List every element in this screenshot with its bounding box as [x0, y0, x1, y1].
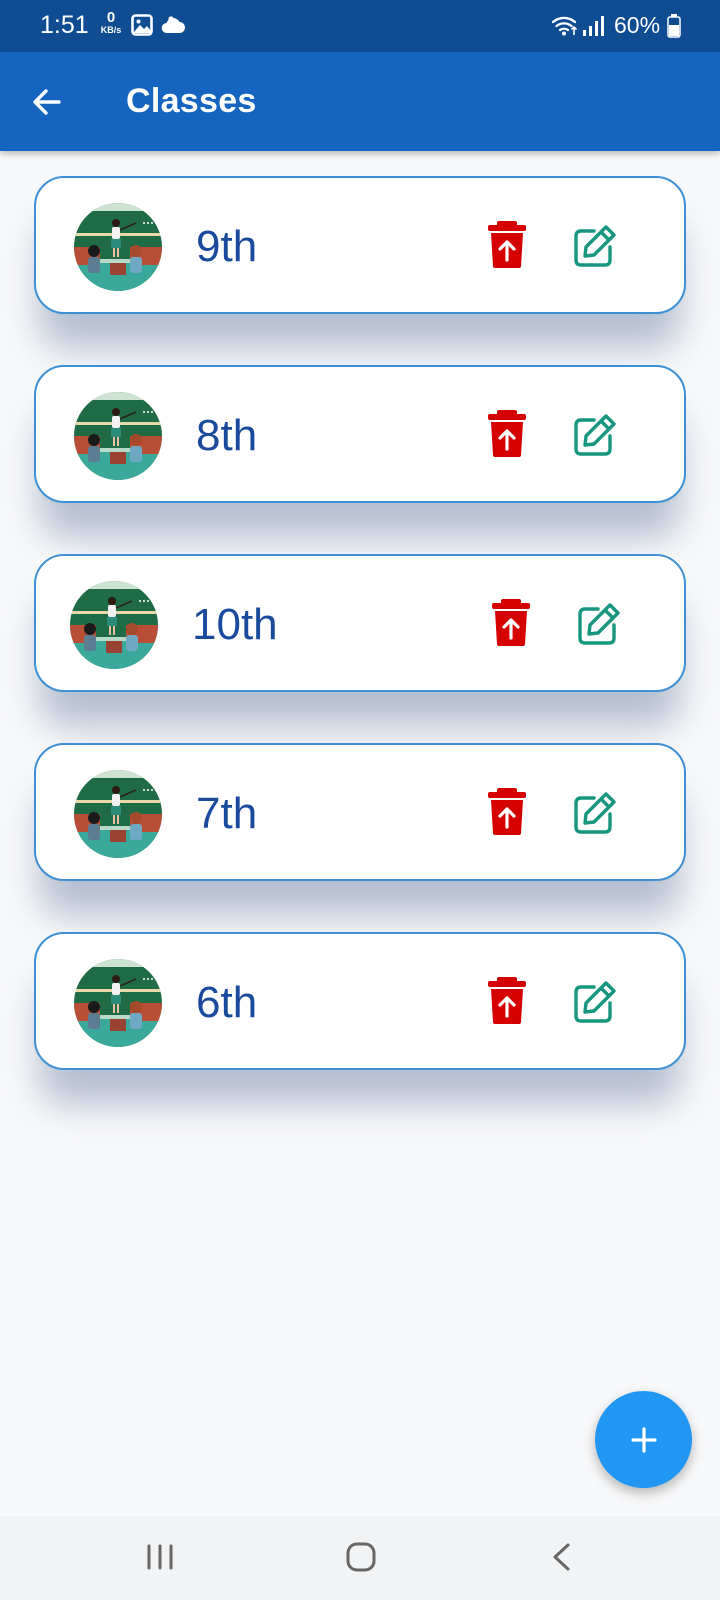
system-nav-bar [0, 1516, 720, 1600]
delete-class-button[interactable] [488, 787, 526, 835]
arrow-left-icon [33, 89, 61, 115]
app-bar: Classes [0, 52, 720, 151]
home-icon [346, 1542, 376, 1572]
system-back-button[interactable] [543, 1536, 583, 1580]
class-name: 6th [196, 978, 258, 1027]
class-card[interactable]: 7th [34, 743, 686, 881]
back-button[interactable] [22, 80, 78, 124]
class-avatar-image [74, 392, 162, 480]
back-icon [553, 1543, 570, 1571]
data-rate: 0 KB/s [97, 10, 125, 35]
class-avatar-image [74, 770, 162, 858]
edit-icon [573, 981, 617, 1028]
edit-class-button[interactable] [573, 224, 617, 268]
edit-icon [577, 603, 621, 650]
class-name: 10th [192, 600, 278, 649]
battery-icon [667, 14, 681, 43]
delete-icon [488, 788, 526, 839]
gallery-icon [131, 14, 153, 41]
delete-class-button[interactable] [492, 598, 530, 646]
delete-icon [488, 410, 526, 461]
edit-class-button[interactable] [577, 602, 621, 646]
delete-icon [488, 221, 526, 272]
add-class-button[interactable] [595, 1391, 692, 1488]
class-avatar-image [74, 959, 162, 1047]
recents-button[interactable] [140, 1536, 180, 1580]
edit-class-button[interactable] [573, 980, 617, 1024]
edit-class-button[interactable] [573, 791, 617, 835]
status-time: 1:51 [40, 11, 89, 39]
recents-icon [147, 1544, 173, 1570]
signal-icon [582, 15, 608, 42]
home-button[interactable] [340, 1536, 384, 1580]
delete-class-button[interactable] [488, 409, 526, 457]
class-card[interactable]: 6th [34, 932, 686, 1070]
class-name: 9th [196, 222, 258, 271]
delete-icon [488, 977, 526, 1028]
edit-icon [573, 225, 617, 272]
class-card[interactable]: 8th [34, 365, 686, 503]
edit-icon [573, 792, 617, 839]
delete-icon [492, 599, 530, 650]
data-rate-value: 0 [106, 9, 116, 26]
class-card[interactable]: 9th [34, 176, 686, 314]
class-avatar-image [74, 203, 162, 291]
page-title: Classes [126, 82, 257, 120]
class-name: 7th [196, 789, 258, 838]
class-card[interactable]: 10th [34, 554, 686, 692]
data-rate-unit: KB/s [100, 25, 122, 35]
plus-icon [631, 1427, 657, 1453]
delete-class-button[interactable] [488, 976, 526, 1024]
wifi-icon [551, 14, 579, 41]
battery-percent: 60% [614, 12, 661, 38]
edit-icon [573, 414, 617, 461]
class-name: 8th [196, 411, 258, 460]
status-bar: 1:51 0 KB/s 60% [0, 0, 720, 52]
cloud-icon [161, 15, 185, 40]
edit-class-button[interactable] [573, 413, 617, 457]
delete-class-button[interactable] [488, 220, 526, 268]
class-avatar-image [70, 581, 158, 669]
